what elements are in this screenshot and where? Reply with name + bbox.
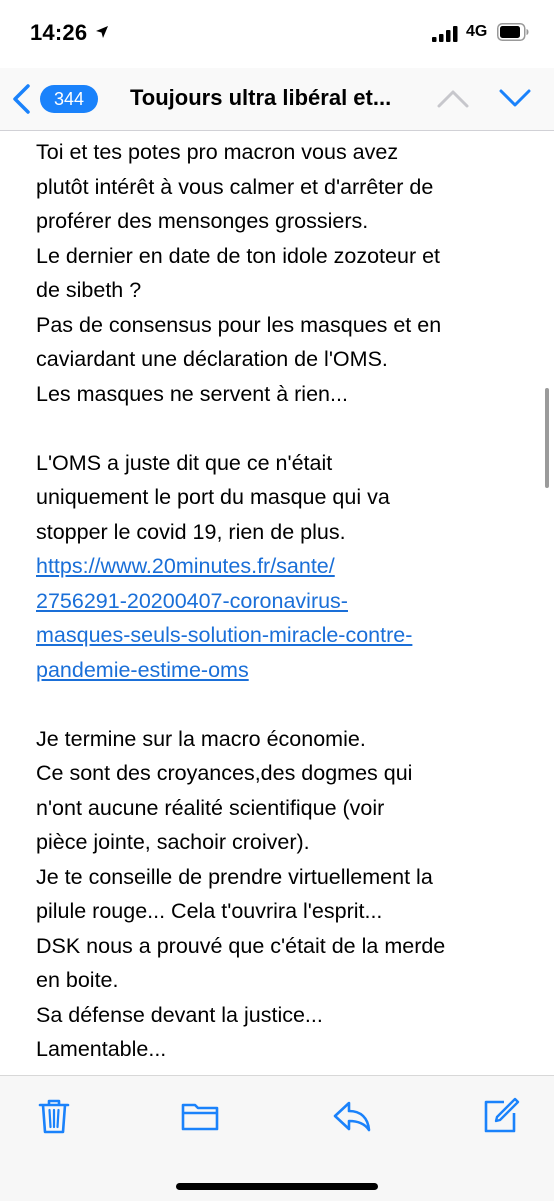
network-type: 4G bbox=[466, 23, 488, 40]
article-link[interactable]: 2756291-20200407-coronavirus- bbox=[36, 584, 526, 619]
body-line: L'OMS a juste dit que ce n'était bbox=[36, 450, 333, 475]
body-line: plutôt intérêt à vous calmer et d'arrête… bbox=[36, 174, 434, 199]
trash-icon[interactable] bbox=[34, 1096, 74, 1136]
body-line: proférer des mensonges grossiers. bbox=[36, 209, 369, 233]
back-button[interactable]: 344 bbox=[10, 82, 100, 116]
signal-bars-icon bbox=[432, 26, 458, 42]
location-arrow-icon bbox=[96, 26, 108, 38]
body-line: Pas de consensus pour les masques et en bbox=[36, 312, 442, 337]
message-subject-title: Toujours ultra libéral et... bbox=[130, 85, 392, 110]
chevron-up-icon[interactable] bbox=[436, 86, 470, 110]
body-line: Je te conseille de prendre virtuellement… bbox=[36, 864, 433, 889]
home-indicator[interactable] bbox=[176, 1183, 378, 1190]
body-line: n'ont aucune réalité scientifique (voir bbox=[36, 795, 385, 820]
body-line: pièce jointe, sachoir croiver). bbox=[36, 830, 310, 854]
message-body: Toi et tes potes pro macron vous avez pl… bbox=[36, 135, 526, 1075]
folder-icon[interactable] bbox=[180, 1096, 220, 1136]
body-line: en boite. bbox=[36, 968, 119, 992]
body-line: Sa défense devant la justice... bbox=[36, 1002, 323, 1027]
body-line: DSK nous a prouvé que c'était de la merd… bbox=[36, 933, 446, 958]
status-bar: 14:26 4G bbox=[0, 0, 554, 68]
body-line: Lamentable... bbox=[36, 1037, 167, 1061]
battery-icon bbox=[497, 23, 529, 41]
unread-count-badge: 344 bbox=[40, 85, 98, 113]
scroll-indicator[interactable] bbox=[545, 388, 549, 488]
chevron-left-icon bbox=[13, 84, 30, 114]
mail-nav-bar: 344 Toujours ultra libéral et... bbox=[0, 68, 554, 131]
body-line: Toi et tes potes pro macron vous avez bbox=[36, 140, 399, 164]
body-line: pilule rouge... Cela t'ouvrira l'esprit.… bbox=[36, 899, 383, 923]
body-line: caviardant une déclaration de l'OMS. bbox=[36, 347, 388, 371]
reply-icon[interactable] bbox=[332, 1096, 372, 1136]
article-link[interactable]: masques-seuls-solution-miracle-contre- bbox=[36, 618, 526, 653]
body-line: uniquement le port du masque qui va bbox=[36, 485, 390, 509]
body-line: Je termine sur la macro économie. bbox=[36, 726, 366, 751]
body-line: Le dernier en date de ton idole zozoteur… bbox=[36, 243, 441, 268]
body-line: de sibeth ? bbox=[36, 278, 142, 302]
article-link[interactable]: https://www.20minutes.fr/sante/ bbox=[36, 549, 526, 584]
status-time: 14:26 bbox=[30, 20, 88, 45]
body-line: Les masques ne servent à rien... bbox=[36, 381, 348, 406]
article-link[interactable]: pandemie-estime-oms bbox=[36, 653, 526, 688]
chevron-down-icon[interactable] bbox=[498, 86, 532, 110]
compose-icon[interactable] bbox=[480, 1096, 520, 1136]
body-line: Ce sont des croyances,des dogmes qui bbox=[36, 761, 413, 785]
body-line: stopper le covid 19, rien de plus. bbox=[36, 519, 346, 544]
